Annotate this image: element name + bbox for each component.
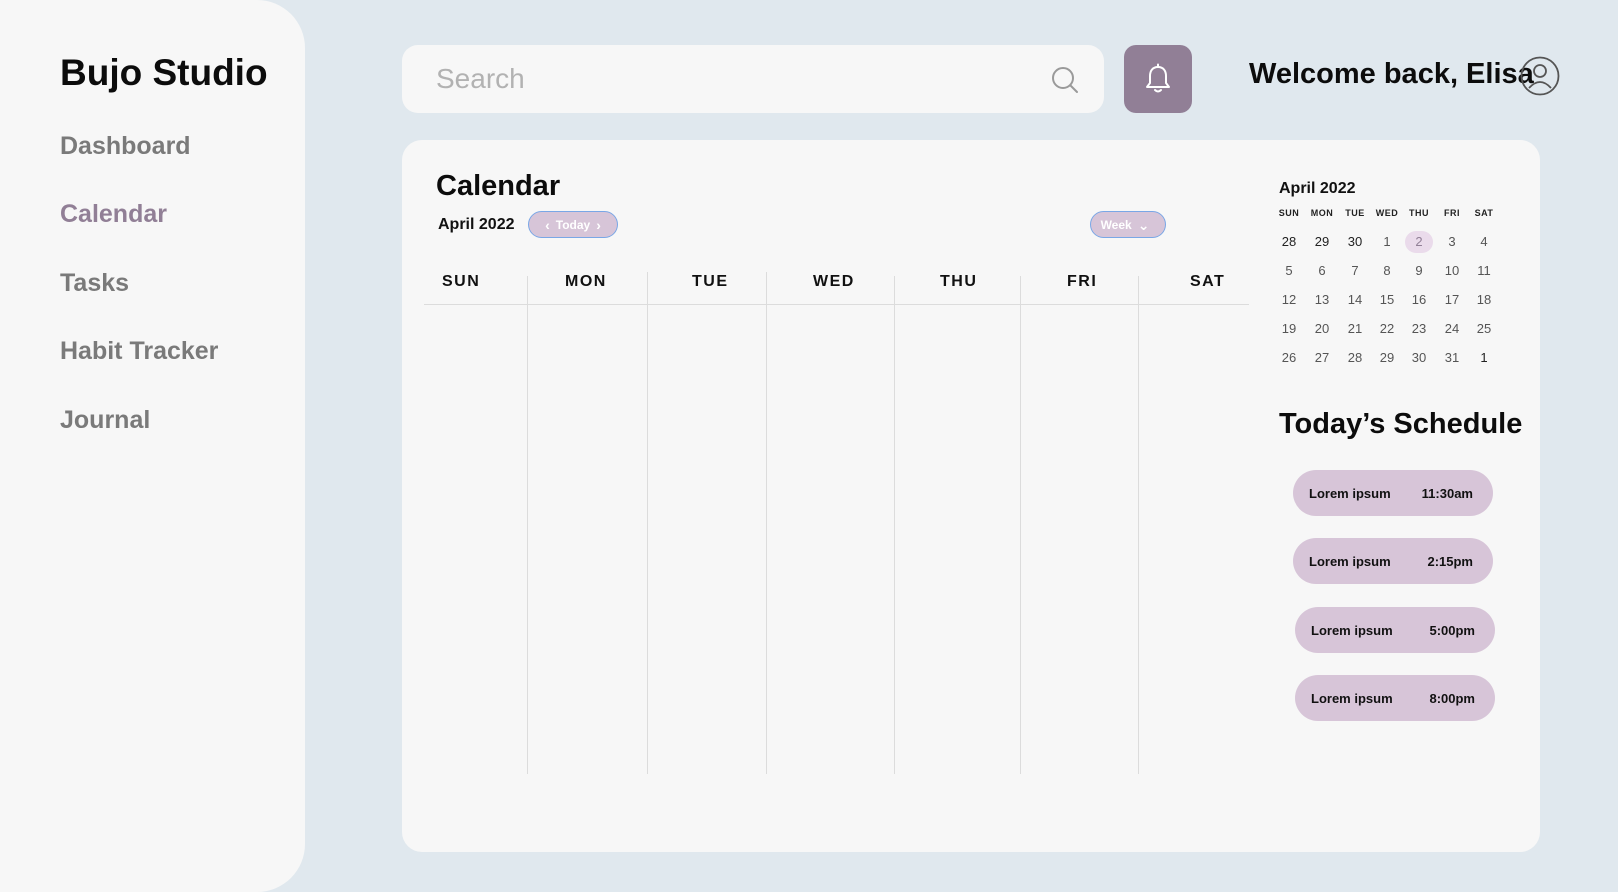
day-header-wed: WED	[813, 273, 855, 290]
sidebar: Bujo Studio Dashboard Calendar Tasks Hab…	[0, 0, 305, 892]
schedule-title: Today’s Schedule	[1279, 408, 1523, 440]
mini-day[interactable]: 28	[1341, 347, 1369, 369]
day-header-sat: SAT	[1190, 273, 1226, 290]
mini-dow-sun: SUN	[1278, 208, 1300, 218]
mini-day[interactable]: 9	[1405, 260, 1433, 282]
schedule-item-label: Lorem ipsum	[1311, 690, 1393, 706]
sidebar-item-dashboard[interactable]: Dashboard	[60, 132, 191, 161]
schedule-item[interactable]: Lorem ipsum 5:00pm	[1295, 607, 1495, 653]
search-icon[interactable]	[1050, 65, 1080, 95]
schedule-item-label: Lorem ipsum	[1309, 485, 1391, 501]
schedule-item-time: 5:00pm	[1429, 622, 1475, 638]
current-month: April 2022	[438, 216, 515, 233]
mini-day[interactable]: 2	[1405, 231, 1433, 253]
mini-day[interactable]: 25	[1470, 318, 1498, 340]
mini-day[interactable]: 17	[1438, 289, 1466, 311]
welcome-message: Welcome back, Elisa	[1249, 58, 1534, 90]
mini-day[interactable]: 30	[1341, 231, 1369, 253]
mini-dow-sat: SAT	[1474, 208, 1494, 218]
mini-day[interactable]: 6	[1308, 260, 1336, 282]
mini-day[interactable]: 18	[1470, 289, 1498, 311]
mini-day[interactable]: 12	[1275, 289, 1303, 311]
day-header-fri: FRI	[1067, 273, 1098, 290]
mini-day[interactable]: 29	[1308, 231, 1336, 253]
today-button[interactable]: Today	[556, 218, 590, 232]
search-bar	[402, 45, 1104, 113]
mini-day[interactable]: 14	[1341, 289, 1369, 311]
notifications-button[interactable]	[1124, 45, 1192, 113]
page-title: Calendar	[436, 170, 561, 202]
schedule-item-time: 8:00pm	[1429, 690, 1475, 706]
view-select-label: Week	[1100, 217, 1132, 232]
schedule-item-label: Lorem ipsum	[1309, 553, 1391, 569]
mini-day[interactable]: 21	[1341, 318, 1369, 340]
mini-day[interactable]: 19	[1275, 318, 1303, 340]
mini-day[interactable]: 3	[1438, 231, 1466, 253]
mini-day[interactable]: 31	[1438, 347, 1466, 369]
schedule-item-time: 2:15pm	[1427, 553, 1473, 569]
schedule-item[interactable]: Lorem ipsum 8:00pm	[1295, 675, 1495, 721]
mini-day[interactable]: 16	[1405, 289, 1433, 311]
mini-day[interactable]: 1	[1373, 231, 1401, 253]
sidebar-item-tasks[interactable]: Tasks	[60, 269, 129, 298]
day-header-sun: SUN	[442, 273, 481, 290]
day-column-divider	[647, 272, 648, 774]
mini-day[interactable]: 11	[1470, 260, 1498, 282]
mini-day[interactable]: 10	[1438, 260, 1466, 282]
schedule-item[interactable]: Lorem ipsum 2:15pm	[1293, 538, 1493, 584]
day-header-tue: TUE	[692, 273, 729, 290]
mini-day[interactable]: 22	[1373, 318, 1401, 340]
search-input[interactable]	[436, 59, 1016, 99]
mini-day[interactable]: 13	[1308, 289, 1336, 311]
week-header-divider	[424, 304, 1249, 305]
day-column-divider	[1138, 276, 1139, 774]
mini-day[interactable]: 26	[1275, 347, 1303, 369]
today-navigator: ‹ Today ›	[528, 211, 618, 238]
mini-day[interactable]: 24	[1438, 318, 1466, 340]
user-icon[interactable]	[1520, 56, 1560, 96]
mini-calendar-title: April 2022	[1279, 180, 1356, 197]
view-select[interactable]: Week ⌄	[1090, 211, 1166, 238]
calendar-panel: Calendar April 2022 ‹ Today › Week ⌄ SUN…	[402, 140, 1540, 852]
sidebar-item-journal[interactable]: Journal	[60, 406, 150, 435]
day-column-divider	[894, 276, 895, 774]
mini-day[interactable]: 29	[1373, 347, 1401, 369]
schedule-item-time: 11:30am	[1421, 485, 1473, 501]
mini-day[interactable]: 1	[1470, 347, 1498, 369]
schedule-item-label: Lorem ipsum	[1311, 622, 1393, 638]
mini-day[interactable]: 20	[1308, 318, 1336, 340]
sidebar-item-calendar[interactable]: Calendar	[60, 200, 167, 229]
mini-dow-thu: THU	[1409, 208, 1429, 218]
mini-day[interactable]: 7	[1341, 260, 1369, 282]
mini-dow-mon: MON	[1310, 208, 1334, 218]
mini-day[interactable]: 30	[1405, 347, 1433, 369]
day-column-divider	[1020, 276, 1021, 774]
day-column-divider	[766, 272, 767, 774]
chevron-right-icon[interactable]: ›	[590, 218, 607, 232]
mini-day[interactable]: 23	[1405, 318, 1433, 340]
mini-day[interactable]: 27	[1308, 347, 1336, 369]
chevron-left-icon[interactable]: ‹	[539, 218, 556, 232]
mini-dow-fri: FRI	[1444, 208, 1460, 218]
sidebar-item-habit-tracker[interactable]: Habit Tracker	[60, 337, 218, 366]
mini-day[interactable]: 4	[1470, 231, 1498, 253]
mini-dow-tue: TUE	[1345, 208, 1365, 218]
brand-title: Bujo Studio	[60, 52, 268, 93]
day-header-thu: THU	[940, 273, 978, 290]
bell-icon	[1146, 63, 1170, 93]
mini-day[interactable]: 28	[1275, 231, 1303, 253]
mini-day[interactable]: 15	[1373, 289, 1401, 311]
mini-day[interactable]: 8	[1373, 260, 1401, 282]
schedule-item[interactable]: Lorem ipsum 11:30am	[1293, 470, 1493, 516]
mini-day[interactable]: 5	[1275, 260, 1303, 282]
day-column-divider	[527, 276, 528, 774]
chevron-down-icon: ⌄	[1137, 216, 1150, 233]
day-header-mon: MON	[565, 273, 607, 290]
mini-dow-wed: WED	[1375, 208, 1399, 218]
